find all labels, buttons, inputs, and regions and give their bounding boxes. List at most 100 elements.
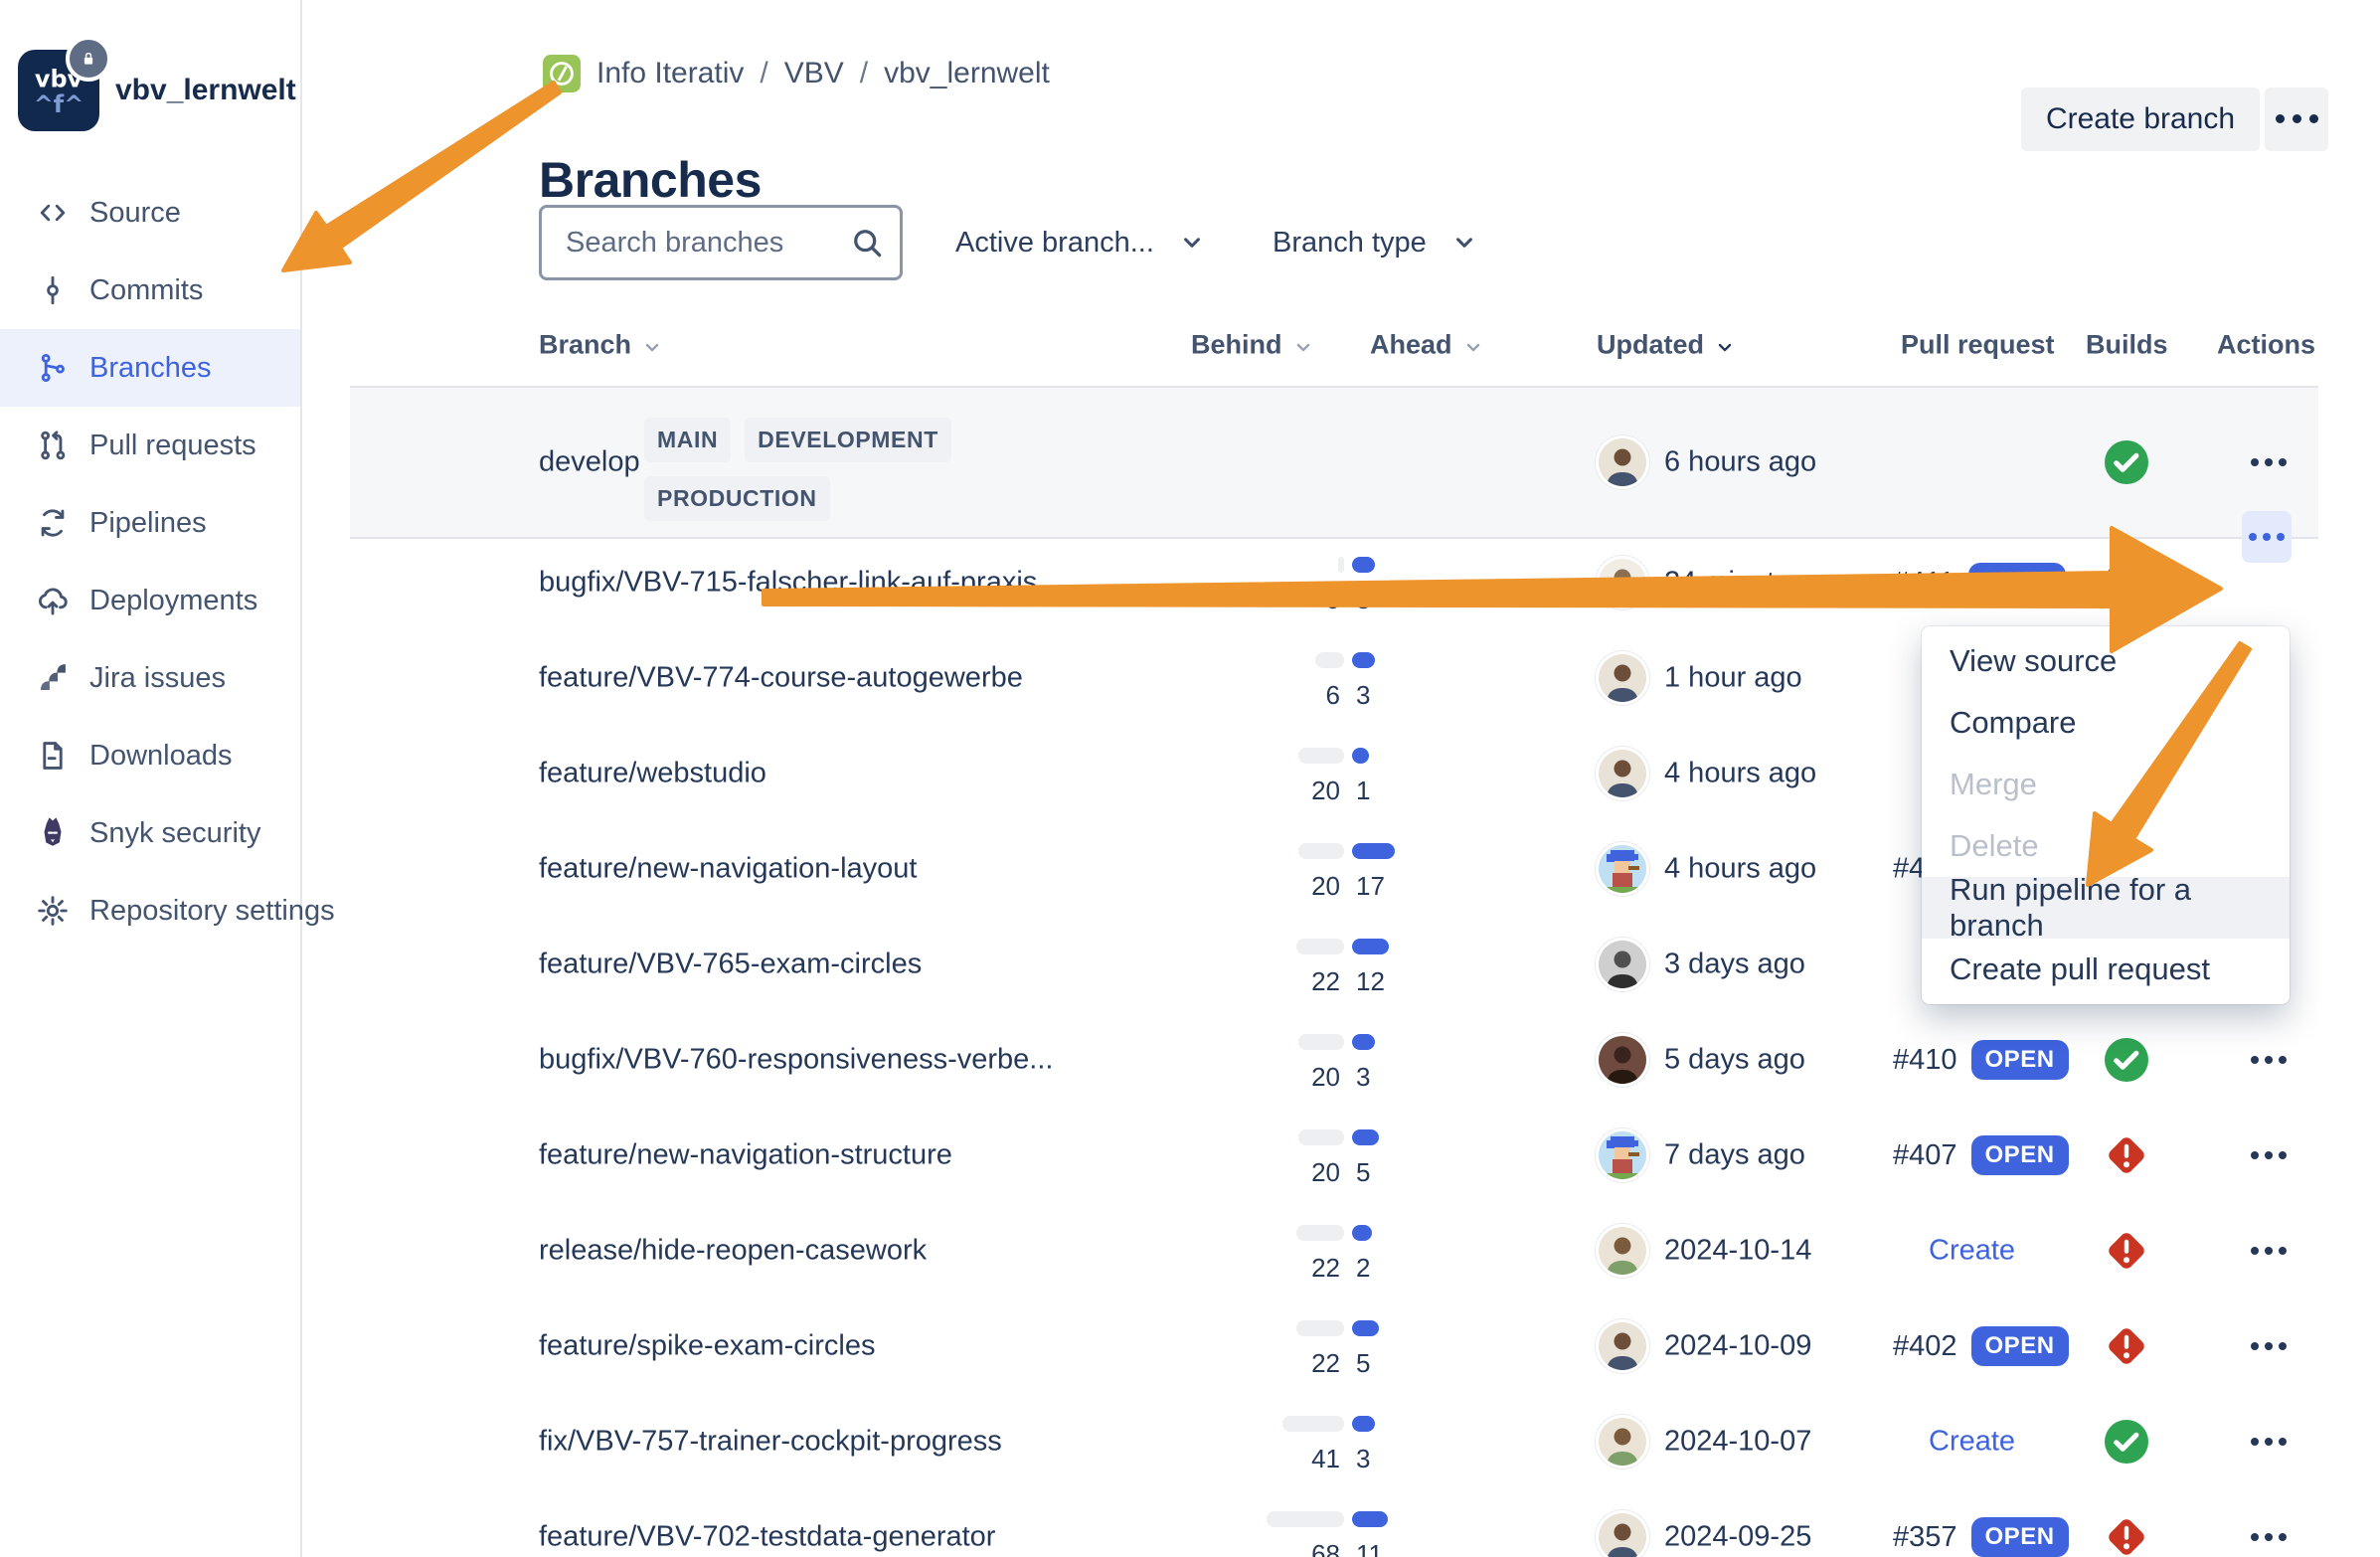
table-row: bugfix/VBV-760-responsiveness-verbe...20… — [350, 1012, 2318, 1108]
breadcrumb-workspace[interactable]: Info Iterativ — [596, 57, 744, 90]
breadcrumb-project[interactable]: VBV — [784, 57, 844, 90]
build-status-icon[interactable] — [2103, 1131, 2150, 1179]
branches-page: vbv ^f^ vbv_lernwelt SourceCommitsBranch… — [0, 0, 2380, 1557]
table-row: bugfix/VBV-715-falscher-link-auf-praxis.… — [350, 535, 2318, 630]
column-header-behind[interactable]: Behind — [1191, 330, 1314, 361]
sidebar-item-pull-requests[interactable]: Pull requests — [0, 407, 300, 484]
sidebar-item-deployments[interactable]: Deployments — [0, 562, 300, 639]
pull-request-icon — [36, 429, 70, 462]
row-actions-button[interactable] — [2238, 1242, 2299, 1260]
pull-request-link[interactable]: #402 — [1893, 1330, 1957, 1363]
menu-item-delete: Delete — [1922, 815, 2290, 877]
user-avatar[interactable] — [1599, 1036, 1646, 1084]
branch-name-link[interactable]: develop — [539, 446, 640, 479]
user-avatar[interactable] — [1599, 438, 1646, 486]
updated-time: 2024-10-14 — [1664, 1235, 1811, 1268]
branch-name-link[interactable]: feature/VBV-765-exam-circles — [539, 949, 922, 981]
branch-name-link[interactable]: feature/webstudio — [539, 758, 766, 790]
menu-item-compare[interactable]: Compare — [1922, 692, 2290, 754]
branch-name-link[interactable]: feature/VBV-774-course-autogewerbe — [539, 662, 1023, 695]
breadcrumb-repository[interactable]: vbv_lernwelt — [884, 57, 1050, 90]
create-branch-button[interactable]: Create branch — [2021, 87, 2260, 151]
branch-name-link[interactable]: bugfix/VBV-715-falscher-link-auf-praxis.… — [539, 567, 1061, 600]
column-header-pull-request[interactable]: Pull request — [1901, 330, 2055, 361]
build-status-icon[interactable] — [2103, 438, 2150, 486]
row-actions-button[interactable] — [2238, 1337, 2299, 1355]
column-header-branch[interactable]: Branch — [539, 330, 663, 361]
pull-request-link[interactable]: #410 — [1893, 1044, 1957, 1077]
ahead-count: 3 — [1356, 585, 1370, 615]
user-avatar[interactable] — [1599, 845, 1646, 893]
pull-request-link[interactable]: #357 — [1893, 1521, 1957, 1554]
branch-icon — [36, 351, 70, 385]
branch-name-link[interactable]: fix/VBV-757-trainer-cockpit-progress — [539, 1426, 1002, 1459]
column-header-actions[interactable]: Actions — [2217, 330, 2315, 361]
user-avatar[interactable] — [1599, 654, 1646, 702]
build-status-icon[interactable] — [2103, 1513, 2150, 1557]
user-avatar[interactable] — [1599, 750, 1646, 797]
pr-status-badge: OPEN — [1971, 1135, 2069, 1175]
build-status-icon[interactable] — [2103, 559, 2150, 606]
create-pull-request-link[interactable]: Create — [1929, 1235, 2015, 1268]
filter-branch-type-dropdown[interactable]: Branch type — [1273, 213, 1478, 272]
user-avatar[interactable] — [1599, 1227, 1646, 1275]
menu-item-create-pull-request[interactable]: Create pull request — [1922, 939, 2290, 1000]
pull-request-link[interactable]: #407 — [1893, 1139, 1957, 1172]
sidebar-item-jira-issues[interactable]: Jira issues — [0, 639, 300, 717]
sidebar-item-source[interactable]: Source — [0, 174, 300, 252]
branch-name-link[interactable]: feature/VBV-702-testdata-generator — [539, 1521, 995, 1554]
user-avatar[interactable] — [1599, 1131, 1646, 1179]
user-avatar[interactable] — [1599, 1322, 1646, 1370]
column-header-ahead[interactable]: Ahead — [1370, 330, 1484, 361]
column-header-builds[interactable]: Builds — [2086, 330, 2168, 361]
sidebar-item-pipelines[interactable]: Pipelines — [0, 484, 300, 562]
filter-active-branches-dropdown[interactable]: Active branch... — [955, 213, 1206, 272]
chevron-down-icon — [1178, 229, 1206, 257]
pipelines-icon — [36, 506, 70, 540]
pr-status-badge: OPEN — [1968, 563, 2066, 603]
create-pull-request-link[interactable]: Create — [1929, 1426, 2015, 1459]
row-actions-button[interactable] — [2238, 1146, 2299, 1164]
build-status-icon[interactable] — [2103, 1036, 2150, 1084]
user-avatar[interactable] — [1599, 1418, 1646, 1466]
table-row: fix/VBV-757-trainer-cockpit-progress4132… — [350, 1394, 2318, 1489]
pull-request-link[interactable]: #4 — [1893, 853, 1925, 886]
menu-item-run-pipeline-for-a-branch[interactable]: Run pipeline for a branch — [1922, 877, 2290, 939]
branch-type-badge: DEVELOPMENT — [745, 418, 951, 462]
branch-name-link[interactable]: release/hide-reopen-casework — [539, 1235, 927, 1268]
user-avatar[interactable] — [1599, 1513, 1646, 1557]
build-status-icon[interactable] — [2103, 1322, 2150, 1370]
branch-name-link[interactable]: feature/spike-exam-circles — [539, 1330, 875, 1363]
user-avatar[interactable] — [1599, 941, 1646, 988]
sidebar-item-downloads[interactable]: Downloads — [0, 717, 300, 794]
column-header-updated[interactable]: Updated — [1597, 330, 1736, 361]
row-actions-button-active[interactable] — [2242, 511, 2292, 563]
repo-avatar[interactable]: vbv ^f^ — [18, 50, 99, 131]
sidebar-item-label: Jira issues — [89, 662, 226, 695]
row-actions-button[interactable] — [2238, 1528, 2299, 1546]
behind-count: 0 — [1326, 585, 1340, 615]
snyk-icon — [36, 816, 70, 850]
ahead-count: 1 — [1356, 776, 1370, 806]
sidebar-item-snyk-security[interactable]: Snyk security — [0, 794, 300, 872]
behind-count: 22 — [1311, 1348, 1340, 1379]
more-options-button[interactable] — [2265, 87, 2328, 151]
branch-name-link[interactable]: feature/new-navigation-structure — [539, 1139, 952, 1172]
user-avatar[interactable] — [1599, 559, 1646, 606]
row-actions-button[interactable] — [2238, 453, 2299, 471]
row-actions-button[interactable] — [2238, 1051, 2299, 1069]
build-status-icon[interactable] — [2103, 1227, 2150, 1275]
sidebar-item-branches[interactable]: Branches — [0, 329, 300, 407]
sidebar-item-repository-settings[interactable]: Repository settings — [0, 872, 300, 950]
build-status-icon[interactable] — [2103, 1418, 2150, 1466]
pull-request-link[interactable]: #411 — [1893, 567, 1955, 600]
branch-name-link[interactable]: feature/new-navigation-layout — [539, 853, 917, 886]
sidebar-item-commits[interactable]: Commits — [0, 252, 300, 329]
menu-item-merge: Merge — [1922, 754, 2290, 815]
settings-icon — [36, 894, 70, 928]
menu-item-view-source[interactable]: View source — [1922, 630, 2290, 692]
page-title: Branches — [539, 151, 762, 209]
chevron-down-icon — [1292, 334, 1314, 356]
branch-name-link[interactable]: bugfix/VBV-760-responsiveness-verbe... — [539, 1044, 1053, 1077]
row-actions-button[interactable] — [2238, 1433, 2299, 1451]
